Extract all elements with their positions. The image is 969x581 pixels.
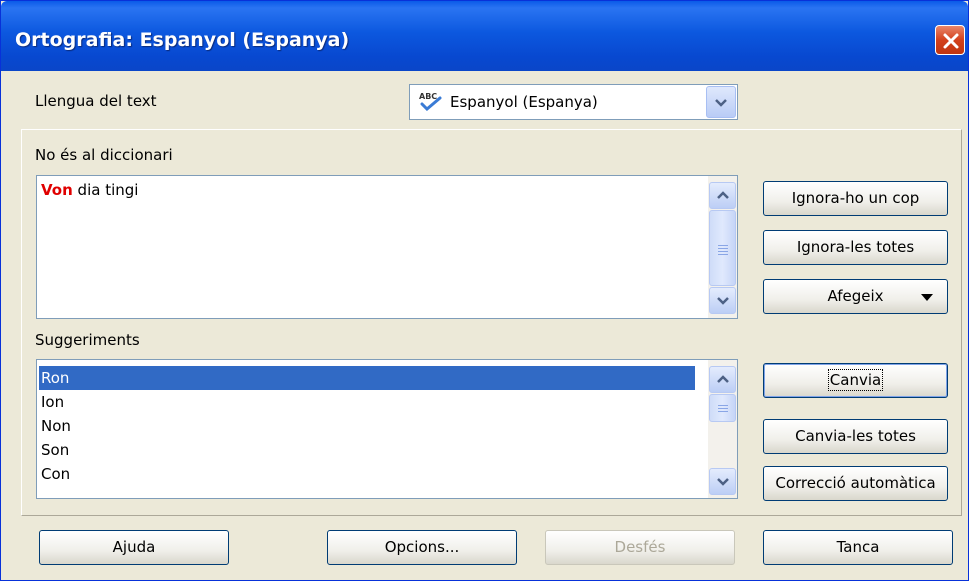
suggestions-label: Suggeriments — [35, 331, 140, 349]
change-button-label: Canvia — [827, 369, 884, 391]
undo-button[interactable]: Desfés — [545, 530, 735, 565]
suggestion-item[interactable]: Non — [39, 414, 695, 438]
ignore-once-button[interactable]: Ignora-ho un cop — [763, 181, 948, 216]
chevron-down-icon — [717, 478, 729, 486]
chevron-down-icon — [717, 297, 729, 305]
ignore-all-button[interactable]: Ignora-les totes — [763, 230, 948, 265]
suggestions-list[interactable]: Ron Ion Non Son Con — [36, 359, 738, 499]
language-label: Llengua del text — [35, 92, 157, 110]
scroll-thumb[interactable] — [709, 394, 736, 422]
close-button[interactable]: Tanca — [763, 530, 953, 565]
add-button[interactable]: Afegeix — [763, 279, 948, 314]
spellcheck-dialog: Ortografia: Espanyol (Espanya) Llengua d… — [0, 0, 969, 581]
scroll-up-button[interactable] — [709, 366, 736, 393]
misspelled-word: Von — [41, 181, 73, 199]
suggestions-scrollbar[interactable] — [708, 360, 737, 498]
chevron-down-icon — [715, 99, 727, 107]
close-window-button[interactable] — [935, 25, 965, 55]
window-title: Ortografia: Espanyol (Espanya) — [15, 29, 350, 51]
language-select[interactable]: ABC Espanyol (Espanya) — [409, 84, 738, 120]
help-button[interactable]: Ajuda — [39, 530, 229, 565]
title-bar[interactable]: Ortografia: Espanyol (Espanya) — [1, 1, 968, 71]
suggestion-item[interactable]: Con — [39, 462, 695, 486]
change-all-button[interactable]: Canvia-les totes — [763, 419, 948, 454]
chevron-up-icon — [717, 375, 729, 383]
sentence-text: Von dia tingi — [41, 181, 138, 199]
scroll-up-button[interactable] — [709, 182, 736, 209]
close-icon — [943, 33, 959, 49]
suggestion-item[interactable]: Ron — [39, 366, 695, 390]
scroll-down-button[interactable] — [709, 468, 736, 495]
language-dropdown-button[interactable] — [706, 86, 736, 118]
sentence-rest: dia tingi — [72, 181, 139, 199]
sentence-textbox[interactable]: Von dia tingi — [36, 175, 738, 319]
caret-down-icon — [921, 294, 933, 301]
scroll-thumb[interactable] — [709, 210, 736, 286]
options-button[interactable]: Opcions... — [327, 530, 517, 565]
scroll-down-button[interactable] — [709, 287, 736, 314]
spellcheck-icon: ABC — [418, 91, 444, 115]
sentence-scrollbar[interactable] — [708, 176, 737, 318]
change-button[interactable]: Canvia — [763, 363, 948, 398]
autocorrect-button[interactable]: Correcció automàtica — [763, 466, 948, 501]
not-in-dictionary-label: No és al diccionari — [35, 146, 173, 164]
language-value: Espanyol (Espanya) — [450, 93, 598, 111]
add-button-label: Afegeix — [827, 287, 884, 305]
chevron-up-icon — [717, 191, 729, 199]
suggestion-item[interactable]: Ion — [39, 390, 695, 414]
suggestion-item[interactable]: Son — [39, 438, 695, 462]
svg-text:ABC: ABC — [419, 92, 437, 101]
